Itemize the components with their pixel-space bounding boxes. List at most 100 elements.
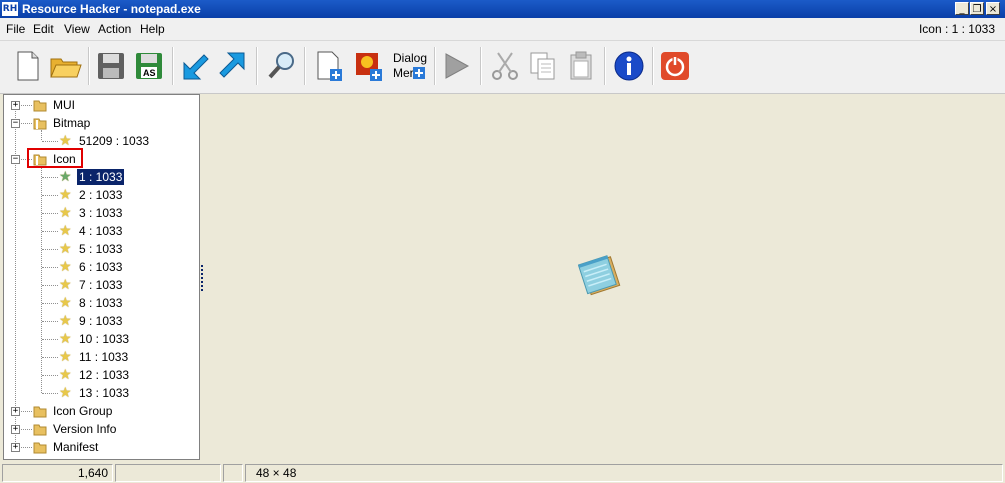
window-title: Resource Hacker - notepad.exe — [22, 2, 201, 16]
toolbar-separator — [88, 47, 90, 85]
star-icon: ★ — [59, 384, 72, 400]
save-as-icon[interactable]: AS — [132, 49, 166, 83]
tree-label: 12 : 1033 — [79, 368, 130, 382]
merger-label: Mer — [393, 66, 414, 80]
tree-node-icon-7[interactable]: ★ 7 : 1033 — [4, 276, 194, 294]
folder-icon — [33, 424, 47, 436]
tree-node-icon-group[interactable]: + Icon Group — [4, 402, 194, 420]
status-panel — [115, 464, 221, 482]
run-script-icon[interactable] — [440, 49, 474, 83]
collapse-icon[interactable]: − — [11, 155, 20, 164]
star-icon: ★ — [59, 132, 72, 148]
copy-icon[interactable] — [526, 49, 560, 83]
tree-label: Bitmap — [53, 116, 91, 130]
tree-node-icon-10[interactable]: ★ 10 : 1033 — [4, 330, 194, 348]
tree-node-icon-12[interactable]: ★ 12 : 1033 — [4, 366, 194, 384]
tree-label: 3 : 1033 — [79, 206, 123, 220]
tree-label: 11 : 1033 — [79, 350, 129, 364]
toolbar-separator — [604, 47, 606, 85]
menu-help[interactable]: Help — [140, 22, 165, 36]
add-resource-icon[interactable] — [312, 49, 346, 83]
tree-node-icon-6[interactable]: ★ 6 : 1033 — [4, 258, 194, 276]
restore-button[interactable]: ❐ — [970, 2, 984, 15]
tree-label: Manifest — [53, 440, 99, 454]
tree-node-manifest[interactable]: + Manifest — [4, 438, 194, 456]
preview-pane — [204, 94, 1005, 461]
expand-icon[interactable]: + — [11, 407, 20, 416]
toolbar-separator — [304, 47, 306, 85]
notepad-icon — [578, 255, 621, 296]
folder-icon — [33, 442, 47, 454]
star-icon: ★ — [59, 258, 72, 274]
star-icon: ★ — [59, 312, 72, 328]
tree-node-icon-9[interactable]: ★ 9 : 1033 — [4, 312, 194, 330]
folder-icon — [33, 406, 47, 418]
toolbar: AS Dialog Mer — [0, 40, 1005, 94]
new-file-icon[interactable] — [10, 49, 44, 83]
import-icon[interactable] — [178, 49, 212, 83]
tree-node-icon-3[interactable]: ★ 3 : 1033 — [4, 204, 194, 222]
save-icon[interactable] — [94, 49, 128, 83]
star-icon: ★ — [59, 240, 72, 256]
close-button[interactable]: × — [986, 2, 1000, 15]
toolbar-separator — [480, 47, 482, 85]
tree-node-icon-5[interactable]: ★ 5 : 1033 — [4, 240, 194, 258]
info-icon[interactable] — [612, 49, 646, 83]
tree-label: 51209 : 1033 — [79, 134, 150, 148]
toolbar-separator — [434, 47, 436, 85]
open-folder-icon[interactable] — [48, 49, 82, 83]
star-icon: ★ — [59, 204, 72, 220]
title-bar: RH Resource Hacker - notepad.exe _ ❐ × — [0, 0, 1005, 18]
export-icon[interactable] — [216, 49, 250, 83]
star-icon: ★ — [59, 276, 72, 292]
resource-tree: + MUI − Bitmap ★ 51209 : 1033 − Icon ★ 1… — [3, 94, 200, 460]
expand-icon[interactable]: + — [11, 443, 20, 452]
tree-label: 6 : 1033 — [79, 260, 123, 274]
tree-label: 2 : 1033 — [79, 188, 123, 202]
star-icon: ★ — [59, 330, 72, 346]
dialog-label: Dialog — [393, 51, 427, 65]
folder-icon — [33, 100, 47, 112]
search-icon[interactable] — [264, 49, 298, 83]
toolbar-separator — [652, 47, 654, 85]
dialog-merger-icon[interactable]: Dialog Mer — [392, 49, 428, 83]
save-as-label: AS — [143, 68, 156, 78]
menu-view[interactable]: View — [64, 22, 90, 36]
expand-icon[interactable]: + — [11, 425, 20, 434]
menu-edit[interactable]: Edit — [33, 22, 54, 36]
tree-node-icon-1[interactable]: ★ 1 : 1033 — [4, 168, 194, 186]
status-dimensions: 48 × 48 — [245, 464, 1003, 482]
paste-icon[interactable] — [564, 49, 598, 83]
tree-label: 8 : 1033 — [79, 296, 123, 310]
minimize-button[interactable]: _ — [955, 2, 969, 15]
status-size: 1,640 — [2, 464, 113, 482]
tree-node-icon-8[interactable]: ★ 8 : 1033 — [4, 294, 194, 312]
collapse-icon[interactable]: − — [11, 119, 20, 128]
tree-label: 9 : 1033 — [79, 314, 123, 328]
tree-node-bitmap[interactable]: − Bitmap — [4, 114, 194, 132]
menu-action[interactable]: Action — [98, 22, 131, 36]
add-image-icon[interactable] — [352, 49, 386, 83]
tree-node-version-info[interactable]: + Version Info — [4, 420, 194, 438]
tree-label-selected: 1 : 1033 — [75, 168, 126, 186]
tree-node-icon-2[interactable]: ★ 2 : 1033 — [4, 186, 194, 204]
tree-node-mui[interactable]: + MUI — [4, 96, 194, 114]
tree-node-icon-13[interactable]: ★ 13 : 1033 — [4, 384, 194, 402]
star-icon: ★ — [59, 294, 72, 310]
tree-label: 4 : 1033 — [79, 224, 123, 238]
tree-label: 7 : 1033 — [79, 278, 123, 292]
tree-node-icon-4[interactable]: ★ 4 : 1033 — [4, 222, 194, 240]
menu-file[interactable]: File — [6, 22, 25, 36]
expand-icon[interactable]: + — [11, 101, 20, 110]
tree-label: MUI — [53, 98, 75, 112]
tree-node-icon-11[interactable]: ★ 11 : 1033 — [4, 348, 194, 366]
menu-bar: File Edit View Action Help Icon : 1 : 10… — [0, 18, 1005, 40]
toolbar-separator — [172, 47, 174, 85]
star-icon: ★ — [59, 186, 72, 202]
star-icon: ★ — [59, 366, 72, 382]
status-panel — [223, 464, 243, 482]
highlight-box — [27, 148, 83, 168]
tree-label: 13 : 1033 — [79, 386, 130, 400]
power-icon[interactable] — [658, 49, 692, 83]
cut-icon[interactable] — [488, 49, 522, 83]
